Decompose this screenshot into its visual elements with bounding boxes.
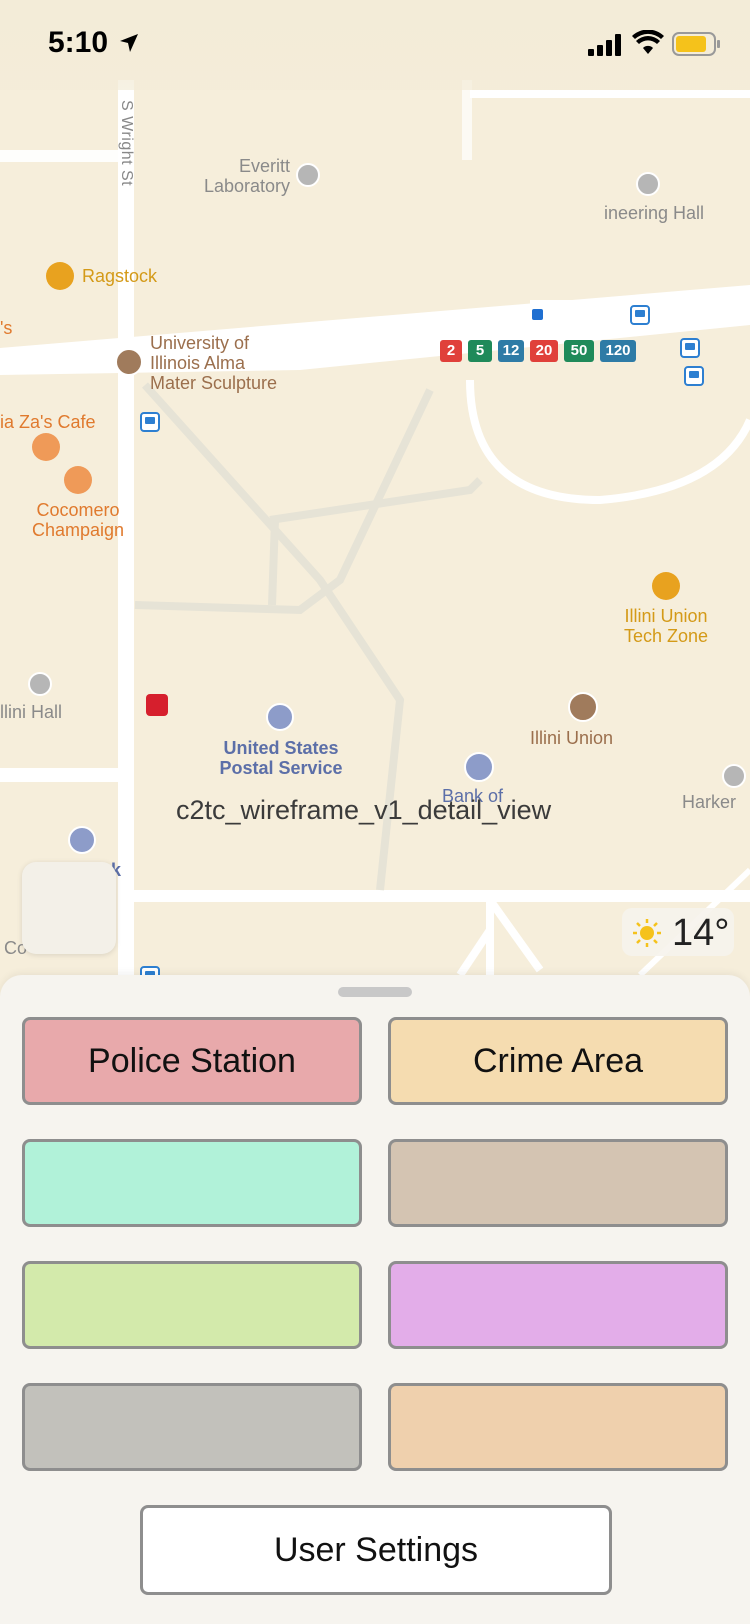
- crime-area-button[interactable]: Crime Area: [388, 1017, 728, 1105]
- bus-stop-icon[interactable]: [680, 338, 700, 358]
- atm-icon[interactable]: [464, 752, 494, 782]
- overlay-title: c2tc_wireframe_v1_detail_view: [176, 795, 552, 825]
- route-badge[interactable]: 50: [564, 340, 594, 362]
- poi-label-pizza[interactable]: ia Za's Cafe: [0, 412, 95, 432]
- graduation-cap-icon[interactable]: [568, 692, 598, 722]
- wifi-icon: [632, 30, 664, 54]
- street-label-s-wright: S Wright St: [118, 100, 135, 187]
- coffee-cup-icon[interactable]: [32, 433, 60, 461]
- police-station-button[interactable]: Police Station: [22, 1017, 362, 1105]
- poi-label-illini-union[interactable]: Illini Union: [530, 728, 613, 748]
- user-settings-button[interactable]: User Settings: [140, 1505, 612, 1595]
- location-arrow-icon: [120, 34, 138, 52]
- category-button-3[interactable]: [22, 1139, 362, 1227]
- poi-label-everitt[interactable]: Everitt Laboratory: [170, 156, 290, 196]
- cellular-signal-icon: [588, 34, 621, 56]
- ice-cream-icon[interactable]: [64, 466, 92, 494]
- category-button-4[interactable]: [388, 1139, 728, 1227]
- poi-marker-illini-hall[interactable]: [28, 672, 52, 696]
- poi-label-illini-hall[interactable]: llini Hall: [0, 702, 62, 722]
- poi-label-engineering[interactable]: ineering Hall: [604, 203, 704, 223]
- bottom-sheet: Police Station Crime Area User Settings: [0, 975, 750, 1624]
- poi-marker-everitt[interactable]: [296, 163, 320, 187]
- route-badge[interactable]: 120: [600, 340, 636, 362]
- poi-marker-engineering[interactable]: [636, 172, 660, 196]
- category-button-8[interactable]: [388, 1383, 728, 1471]
- map-controls-button[interactable]: [22, 862, 116, 954]
- poi-label-alma-mater[interactable]: University of Illinois Alma Mater Sculpt…: [150, 333, 277, 393]
- clock-time: 5:10: [48, 26, 109, 59]
- sheet-grabber[interactable]: [338, 987, 412, 997]
- bus-icon[interactable]: [146, 694, 168, 716]
- bus-stop-icon[interactable]: [140, 412, 160, 432]
- app-screen: S Wright St Everitt Laboratory ineering …: [0, 0, 750, 1624]
- map-view[interactable]: S Wright St Everitt Laboratory ineering …: [0, 0, 750, 1000]
- poi-label-tech-zone[interactable]: Illini Union Tech Zone: [610, 606, 722, 646]
- transit-dot-icon[interactable]: [532, 309, 543, 320]
- weather-widget: 14°: [622, 908, 734, 956]
- shopping-bag-icon[interactable]: [46, 262, 74, 290]
- category-button-6[interactable]: [388, 1261, 728, 1349]
- graduation-cap-icon[interactable]: [115, 348, 143, 376]
- poi-label-usps[interactable]: United States Postal Service: [206, 738, 356, 778]
- sun-icon: [633, 919, 661, 947]
- route-badge[interactable]: 2: [440, 340, 462, 362]
- poi-label-edge[interactable]: 's: [0, 318, 12, 338]
- route-badge[interactable]: 5: [468, 340, 492, 362]
- poi-marker-harker[interactable]: [722, 764, 746, 788]
- route-badge[interactable]: 20: [530, 340, 558, 362]
- poi-label-cocomero[interactable]: Cocomero Champaign: [20, 500, 136, 540]
- status-bar: 5:10: [0, 0, 750, 90]
- shopping-bag-icon[interactable]: [652, 572, 680, 600]
- bank-icon[interactable]: [68, 826, 96, 854]
- bus-stop-icon[interactable]: [630, 305, 650, 325]
- mail-icon[interactable]: [266, 703, 294, 731]
- category-button-7[interactable]: [22, 1383, 362, 1471]
- poi-label-harker[interactable]: Harker: [682, 792, 736, 812]
- route-badge[interactable]: 12: [498, 340, 524, 362]
- battery-icon: [672, 32, 720, 56]
- temperature-text: 14°: [672, 912, 730, 954]
- bus-stop-icon[interactable]: [684, 366, 704, 386]
- category-button-5[interactable]: [22, 1261, 362, 1349]
- poi-label-ragstock[interactable]: Ragstock: [82, 266, 157, 286]
